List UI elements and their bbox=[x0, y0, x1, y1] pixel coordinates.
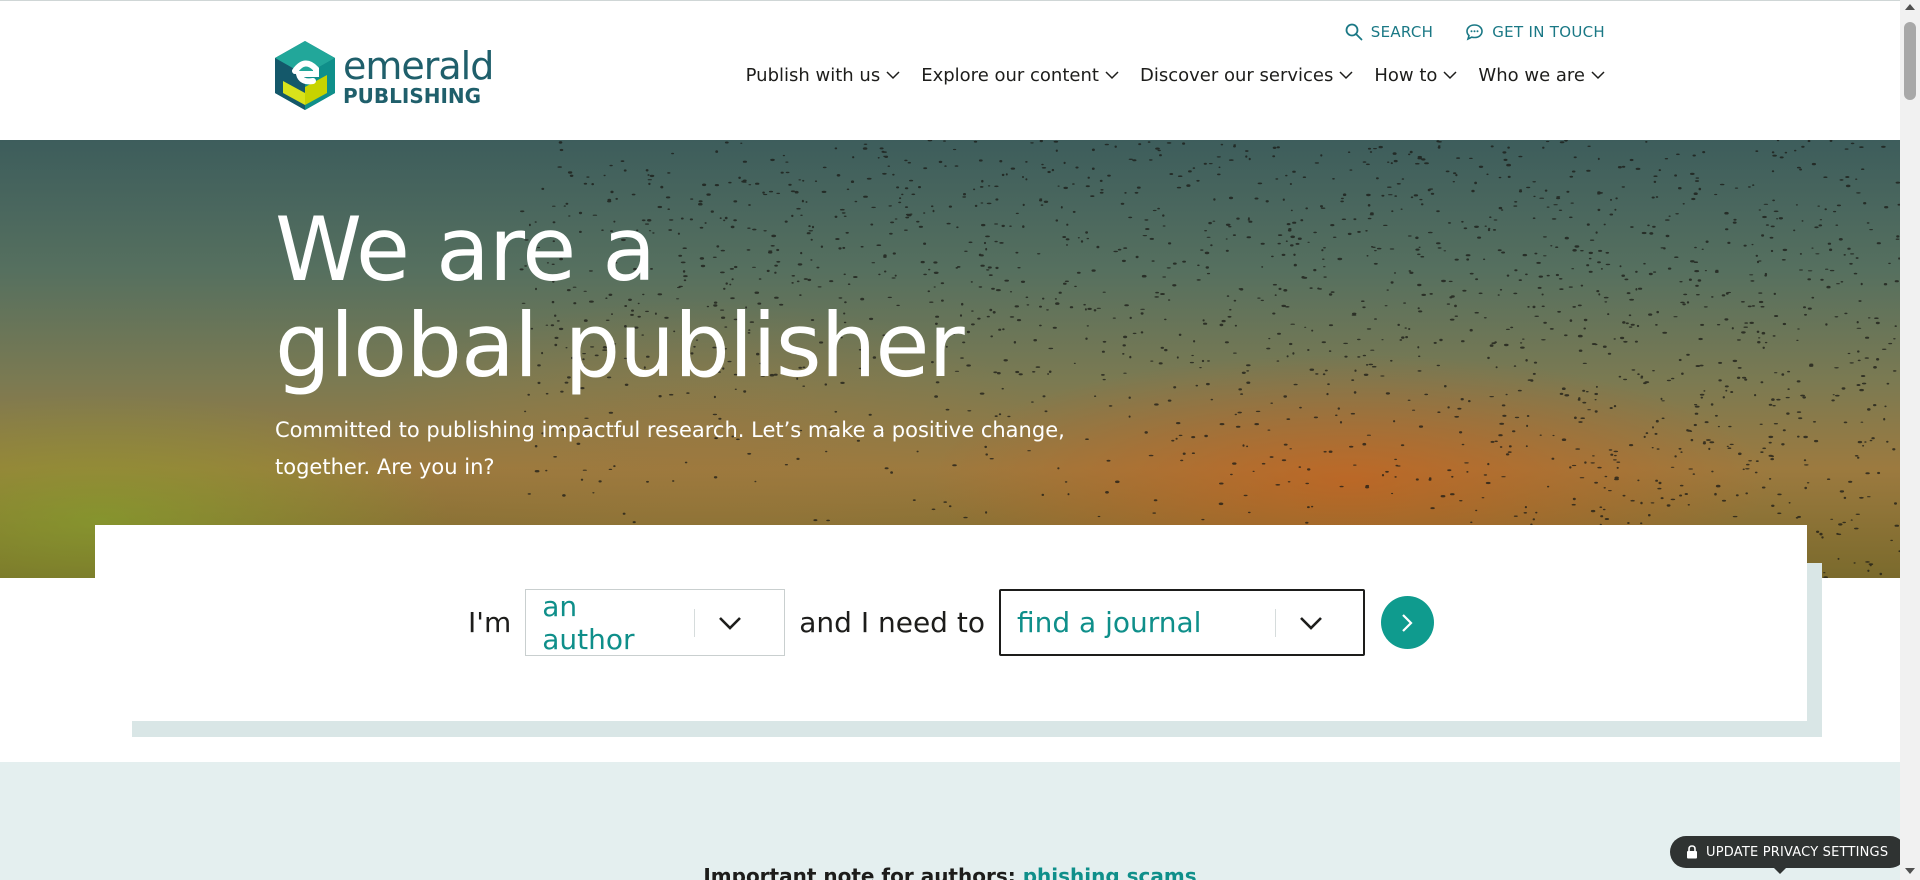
notice-band: Important note for authors: phishing sca… bbox=[0, 762, 1900, 880]
main-nav: Publish with us Explore our content Disc… bbox=[746, 65, 1605, 86]
nav-item-label: How to bbox=[1374, 65, 1438, 86]
nav-item-who-we-are[interactable]: Who we are bbox=[1478, 65, 1605, 86]
brand-logo[interactable]: emerald PUBLISHING bbox=[275, 41, 494, 111]
phishing-scams-link[interactable]: phishing scams bbox=[1023, 864, 1197, 880]
privacy-button-pointer bbox=[1772, 866, 1788, 874]
lock-icon bbox=[1687, 845, 1697, 859]
role-dropdown[interactable]: an author bbox=[525, 589, 786, 656]
nav-item-explore-our-content[interactable]: Explore our content bbox=[921, 65, 1119, 86]
logo-word-publishing: PUBLISHING bbox=[343, 83, 482, 108]
role-dropdown-toggle[interactable] bbox=[695, 616, 765, 630]
scroll-down-arrow-icon[interactable] bbox=[1905, 868, 1915, 874]
phishing-notice: Important note for authors: phishing sca… bbox=[0, 864, 1900, 880]
selector-row: I'm an author and I need to find a journ… bbox=[95, 589, 1807, 656]
utility-nav: SEARCH GET IN TOUCH bbox=[1345, 23, 1605, 41]
page-scrollbar[interactable] bbox=[1900, 0, 1920, 880]
scroll-up-arrow-icon[interactable] bbox=[1905, 4, 1915, 10]
hero-subtitle: Committed to publishing impactful resear… bbox=[275, 418, 1065, 479]
chevron-down-icon bbox=[1443, 71, 1457, 80]
nav-item-publish-with-us[interactable]: Publish with us bbox=[746, 65, 901, 86]
task-dropdown[interactable]: find a journal bbox=[998, 589, 1365, 656]
task-dropdown-toggle[interactable] bbox=[1276, 616, 1346, 630]
role-dropdown-value: an author bbox=[542, 589, 635, 656]
chevron-down-icon bbox=[1591, 71, 1605, 80]
get-in-touch-label: GET IN TOUCH bbox=[1492, 23, 1605, 41]
update-privacy-settings-button[interactable]: UPDATE PRIVACY SETTINGS bbox=[1670, 836, 1907, 868]
site-header: emerald PUBLISHING SEARCH GET IN TOUCH P… bbox=[0, 1, 1900, 140]
selector-middle-text: and I need to bbox=[799, 606, 985, 639]
chevron-down-icon bbox=[886, 71, 900, 80]
emerald-logo-icon bbox=[275, 41, 335, 110]
chevron-down-icon bbox=[1105, 71, 1119, 80]
task-dropdown-value: find a journal bbox=[1016, 606, 1202, 639]
chevron-right-icon bbox=[1402, 613, 1414, 632]
logo-wordmark: emerald PUBLISHING bbox=[343, 43, 494, 108]
nav-item-label: Who we are bbox=[1478, 65, 1585, 86]
search-icon bbox=[1345, 23, 1363, 41]
chat-bubble-icon bbox=[1466, 24, 1484, 41]
go-button[interactable] bbox=[1380, 596, 1434, 649]
nav-item-label: Publish with us bbox=[745, 65, 881, 86]
scroll-thumb[interactable] bbox=[1904, 22, 1916, 100]
hero-title: We are a global publisher bbox=[275, 198, 965, 397]
hero-title-line-2: global publisher bbox=[275, 294, 965, 397]
selector-prefix: I'm bbox=[468, 606, 512, 639]
chevron-down-icon bbox=[1339, 71, 1353, 80]
nav-item-label: Discover our services bbox=[1139, 65, 1334, 86]
chevron-down-icon bbox=[719, 616, 742, 630]
logo-word-emerald: emerald bbox=[343, 43, 494, 88]
hero-title-line-1: We are a bbox=[275, 198, 656, 301]
nav-item-how-to[interactable]: How to bbox=[1374, 65, 1457, 86]
search-link-label: SEARCH bbox=[1370, 23, 1434, 41]
nav-item-discover-our-services[interactable]: Discover our services bbox=[1140, 65, 1353, 86]
privacy-label: UPDATE PRIVACY SETTINGS bbox=[1706, 844, 1889, 860]
nav-item-label: Explore our content bbox=[921, 65, 1099, 86]
audience-selector-panel: I'm an author and I need to find a journ… bbox=[95, 525, 1807, 721]
hero-banner: We are a global publisher Committed to p… bbox=[0, 140, 1900, 578]
search-link[interactable]: SEARCH bbox=[1345, 23, 1434, 41]
chevron-down-icon bbox=[1300, 616, 1322, 630]
get-in-touch-link[interactable]: GET IN TOUCH bbox=[1465, 23, 1605, 41]
notice-text: Important note for authors: bbox=[703, 864, 1023, 880]
